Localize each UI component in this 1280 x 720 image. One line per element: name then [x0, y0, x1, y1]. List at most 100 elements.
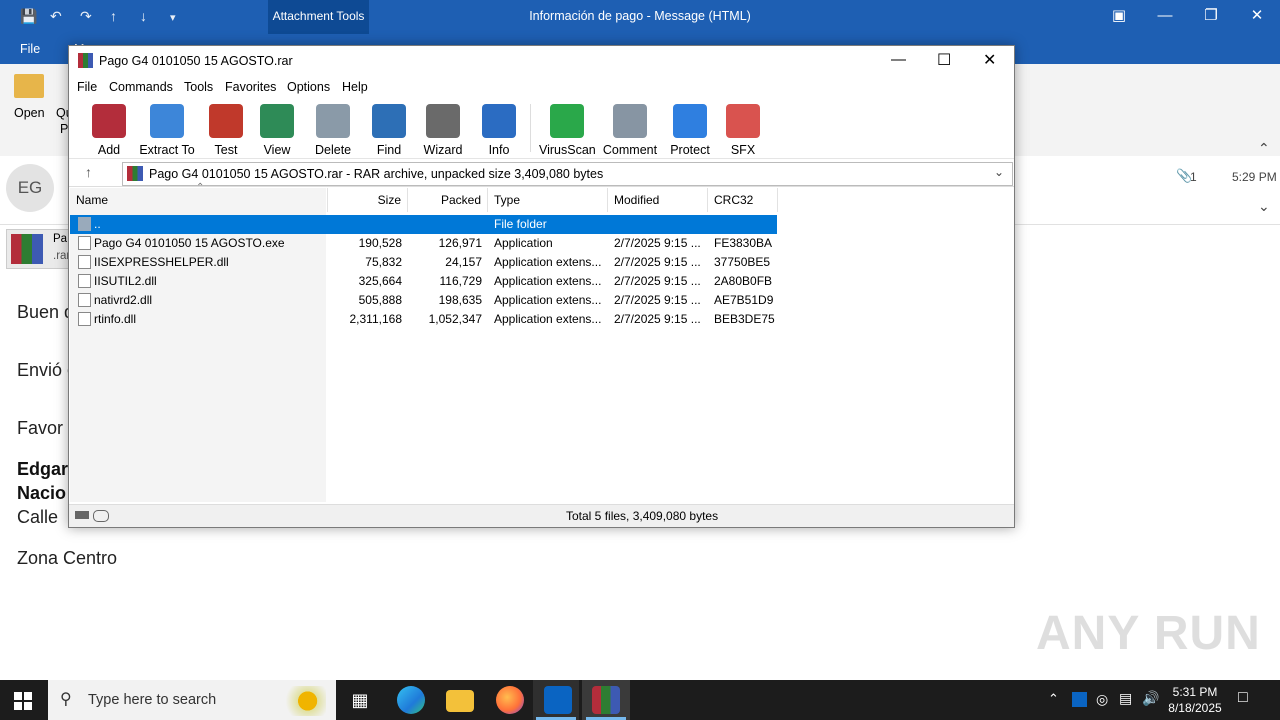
expand-header-icon[interactable]: ⌄ — [1258, 198, 1270, 215]
toolbar-label: Test — [214, 143, 238, 157]
sfx-box-icon — [726, 104, 760, 138]
attachment-chip[interactable]: Pa .rar — [6, 229, 72, 269]
firefox-icon[interactable] — [496, 686, 524, 714]
cell-packed: 116,729 — [439, 274, 483, 288]
notification-icon[interactable]: □ — [1238, 689, 1248, 707]
column-type[interactable]: Type — [488, 188, 608, 212]
table-row[interactable]: Pago G4 0101050 15 AGOSTO.exe 190,528 126,… — [70, 234, 777, 253]
cell-modified: 2/7/2025 9:15 ... — [614, 236, 701, 250]
winrar-app-icon — [78, 53, 93, 68]
file-icon — [78, 274, 91, 288]
cell-modified: 2/7/2025 9:15 ... — [614, 255, 701, 269]
view-button[interactable]: View — [257, 102, 297, 158]
menu-commands[interactable]: Commands — [109, 80, 173, 94]
minimize-icon[interactable]: — — [1150, 6, 1180, 26]
cell-name: rtinfo.dll — [94, 312, 137, 326]
menu-tools[interactable]: Tools — [184, 80, 213, 94]
ribbon-display-icon[interactable]: ▣ — [1104, 6, 1134, 26]
network-icon[interactable]: ▤ — [1119, 690, 1132, 707]
add-button[interactable]: Add — [91, 102, 127, 158]
folder-open-icon[interactable] — [14, 74, 44, 98]
menu-favorites[interactable]: Favorites — [225, 80, 276, 94]
windows-start-icon[interactable] — [14, 692, 32, 710]
collapse-ribbon-icon[interactable]: ⌃ — [1258, 140, 1270, 157]
cell-size: 505,888 — [358, 293, 402, 307]
signature-zone: Zona Centro — [17, 548, 118, 568]
open-button[interactable]: Open — [14, 106, 45, 120]
table-row[interactable]: IISUTIL2.dll 325,664 116,729 Application ex… — [70, 272, 777, 291]
address-field[interactable]: Pago G4 0101050 15 AGOSTO.rar - RAR arch… — [122, 162, 1013, 186]
outlook-title-bar: 💾 ↶ ↷ ↑ ↓ ▾ Attachment Tools Información… — [0, 0, 1280, 34]
outlook-window-title: Información de pago - Message (HTML) — [529, 9, 751, 23]
cell-size: 2,311,168 — [349, 312, 403, 326]
minimize-icon[interactable]: — — [891, 51, 906, 68]
cell-modified: 2/7/2025 9:15 ... — [614, 274, 701, 288]
virus-scan-icon — [550, 104, 584, 138]
cell-crc: 2A80B0FB — [714, 274, 773, 288]
edge-icon[interactable] — [397, 686, 425, 714]
toolbar-label: Comment — [602, 143, 658, 157]
menu-file[interactable]: File — [77, 80, 97, 94]
search-highlight-icon — [280, 686, 326, 716]
key-icon — [93, 510, 109, 522]
taskbar: ⚲ Type here to search ▦ ⌃ ◎ ▤ 🔊 5:31 PM … — [0, 680, 1280, 720]
watermark: ANY RUN — [1036, 607, 1261, 660]
task-view-icon[interactable]: ▦ — [346, 686, 374, 714]
cell-size: 190,528 — [358, 236, 402, 250]
sfx-button[interactable]: SFX — [723, 102, 763, 158]
menu-help[interactable]: Help — [342, 80, 368, 94]
taskbar-clock[interactable]: 5:31 PM 8/18/2025 — [1160, 684, 1230, 716]
table-row[interactable]: IISEXPRESSHELPER.dll 75,832 24,157 Applicat… — [70, 253, 777, 272]
chevron-down-icon[interactable]: ⌄ — [994, 165, 1004, 179]
table-row[interactable]: .. File folder — [70, 215, 777, 234]
column-size[interactable]: Size — [328, 188, 408, 212]
message-time: 5:29 PM — [1232, 170, 1277, 184]
books-icon — [92, 104, 126, 138]
toolbar-separator — [530, 104, 531, 152]
outlook-tray-icon[interactable] — [1072, 692, 1087, 707]
protect-button[interactable]: Protect — [669, 102, 711, 158]
table-row[interactable]: nativrd2.dll 505,888 198,635 Application ex… — [70, 291, 777, 310]
close-icon[interactable]: ✕ — [1242, 6, 1272, 26]
menu-options[interactable]: Options — [287, 80, 330, 94]
body-line-1: Buen d — [17, 302, 75, 322]
outlook-icon[interactable] — [544, 686, 572, 714]
info-button[interactable]: Info — [479, 102, 519, 158]
cell-name: Pago G4 0101050 15 AGOSTO.exe — [94, 236, 285, 250]
extract-to-button[interactable]: Extract To — [139, 102, 195, 158]
virusscan-button[interactable]: VirusScan — [539, 102, 596, 158]
maximize-icon[interactable]: ☐ — [937, 50, 951, 70]
cell-type: Application extens... — [494, 255, 602, 269]
volume-icon[interactable]: 🔊 — [1142, 690, 1159, 707]
wizard-button[interactable]: Wizard — [423, 102, 463, 158]
winrar-icon[interactable] — [592, 686, 620, 714]
tab-file[interactable]: File — [20, 42, 40, 56]
winrar-title-bar: Pago G4 0101050 15 AGOSTO.rar — ☐ ✕ — [69, 46, 1014, 76]
table-row[interactable]: rtinfo.dll 2,311,168 1,052,347 Application … — [70, 310, 777, 329]
archive-icon — [127, 166, 143, 181]
delete-button[interactable]: Delete — [315, 102, 351, 158]
column-packed[interactable]: Packed — [408, 188, 488, 212]
drive-icon — [75, 511, 89, 519]
cell-modified: 2/7/2025 9:15 ... — [614, 293, 701, 307]
clipboard-check-icon — [209, 104, 243, 138]
meet-icon[interactable]: ◎ — [1096, 691, 1108, 708]
column-modified[interactable]: Modified — [608, 188, 708, 212]
test-button[interactable]: Test — [209, 102, 243, 158]
cell-packed: 198,635 — [438, 293, 482, 307]
taskbar-search[interactable]: ⚲ Type here to search — [48, 680, 336, 720]
cell-modified: 2/7/2025 9:15 ... — [614, 312, 701, 326]
up-folder-icon[interactable]: ↑ — [85, 164, 92, 180]
close-icon[interactable]: ✕ — [983, 50, 996, 70]
find-button[interactable]: Find — [369, 102, 409, 158]
cell-crc: BEB3DE75 — [714, 312, 775, 326]
file-explorer-icon[interactable] — [446, 690, 474, 712]
winrar-menu-bar: File Commands Tools Favorites Options He… — [69, 76, 1014, 98]
restore-icon[interactable]: ❐ — [1196, 6, 1226, 26]
comment-button[interactable]: Comment — [601, 102, 659, 158]
column-crc32[interactable]: CRC32 — [708, 188, 778, 212]
toolbar-label: SFX — [730, 143, 756, 157]
address-bar: ↑ Pago G4 0101050 15 AGOSTO.rar - RAR ar… — [69, 160, 1014, 187]
chevron-up-icon[interactable]: ⌃ — [1048, 691, 1059, 707]
cell-name: IISEXPRESSHELPER.dll — [94, 255, 229, 269]
